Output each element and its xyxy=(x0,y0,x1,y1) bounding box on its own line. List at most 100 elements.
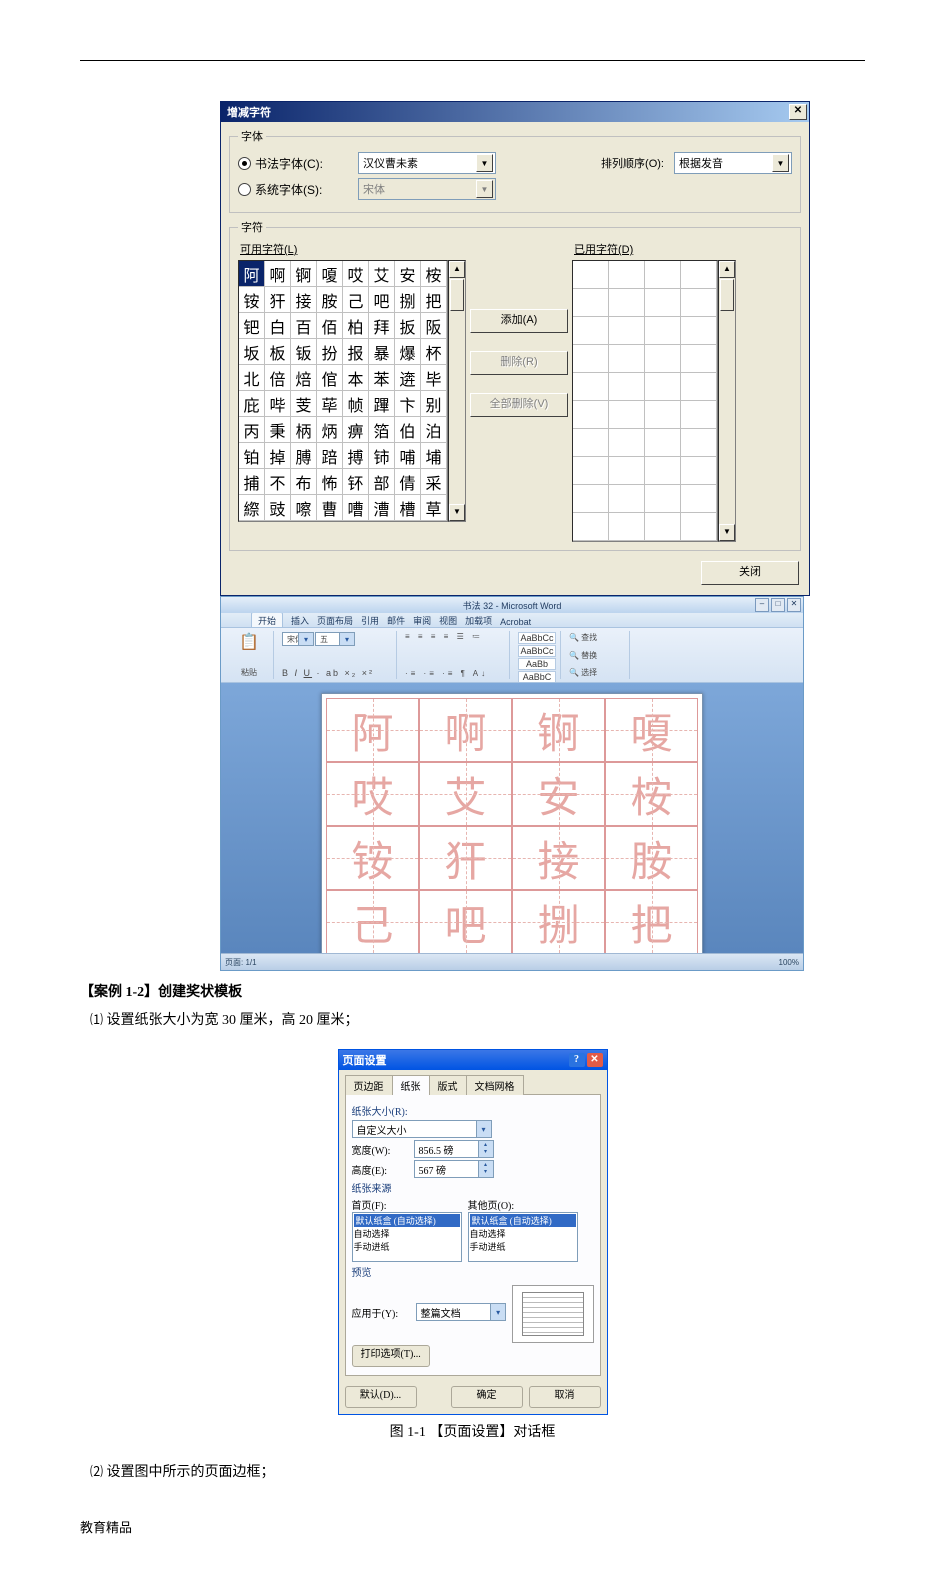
used-char-cell[interactable] xyxy=(681,317,717,345)
used-char-cell[interactable] xyxy=(609,429,645,457)
scroll-up-icon[interactable]: ▲ xyxy=(449,261,465,278)
used-char-cell[interactable] xyxy=(645,401,681,429)
editing-pane[interactable]: 🔍 查找 🔍 替换 🔍 选择 xyxy=(565,631,630,679)
ribbon-tab[interactable]: 视图 xyxy=(439,614,457,627)
used-char-cell[interactable] xyxy=(681,261,717,289)
char-cell[interactable]: 逩 xyxy=(395,365,421,391)
available-chars-grid[interactable]: 阿啊锕嗄哎艾安桉铵犴接胺己吧捌把钯白百佰柏拜扳阪坂板钣扮报暴爆杯北倍焙倌本苯逩毕… xyxy=(238,260,448,522)
char-cell[interactable]: 佰 xyxy=(317,313,343,339)
char-cell[interactable]: 钯 xyxy=(239,313,265,339)
first-page-source-list[interactable]: 默认纸盒 (自动选择) 自动选择 手动进纸 xyxy=(352,1212,462,1262)
char-cell[interactable]: 坂 xyxy=(239,339,265,365)
used-char-cell[interactable] xyxy=(645,373,681,401)
char-cell[interactable]: 不 xyxy=(265,469,291,495)
editing-action[interactable]: 🔍 替换 xyxy=(569,650,625,661)
char-cell[interactable]: 蹕 xyxy=(369,391,395,417)
char-cell[interactable]: 毕 xyxy=(421,365,447,391)
width-spinner[interactable]: 856.5 磅 xyxy=(414,1140,494,1158)
char-cell[interactable]: 庇 xyxy=(239,391,265,417)
scroll-thumb[interactable] xyxy=(450,279,464,311)
word-titlebar[interactable]: 书法 32 - Microsoft Word – □ ✕ xyxy=(221,597,803,613)
height-spinner[interactable]: 567 磅 xyxy=(414,1160,494,1178)
page-setup-tab[interactable]: 纸张 xyxy=(392,1075,430,1095)
char-cell[interactable]: 倍 xyxy=(265,365,291,391)
used-char-cell[interactable] xyxy=(681,429,717,457)
char-cell[interactable]: 阿 xyxy=(239,261,265,287)
char-cell[interactable]: 哔 xyxy=(265,391,291,417)
ok-button[interactable]: 确定 xyxy=(451,1386,523,1408)
used-char-cell[interactable] xyxy=(609,317,645,345)
used-char-cell[interactable] xyxy=(609,457,645,485)
other-pages-source-list[interactable]: 默认纸盒 (自动选择) 自动选择 手动进纸 xyxy=(468,1212,578,1262)
used-char-cell[interactable] xyxy=(681,289,717,317)
char-cell[interactable]: 伯 xyxy=(395,417,421,443)
ribbon-tab[interactable]: 引用 xyxy=(361,614,379,627)
maximize-icon[interactable]: □ xyxy=(771,598,785,612)
char-cell[interactable]: 阪 xyxy=(421,313,447,339)
styles-gallery[interactable]: AaBbCcAaBbCcAaBbAaBbCAaBbCAaBbCAaBbC xyxy=(514,631,561,679)
used-char-cell[interactable] xyxy=(645,289,681,317)
char-cell[interactable]: 啊 xyxy=(265,261,291,287)
char-cell[interactable]: 北 xyxy=(239,365,265,391)
used-char-cell[interactable] xyxy=(609,513,645,541)
minimize-icon[interactable]: – xyxy=(755,598,769,612)
char-cell[interactable]: 倩 xyxy=(395,469,421,495)
used-char-cell[interactable] xyxy=(573,373,609,401)
style-preview[interactable]: AaBbCc xyxy=(518,645,556,657)
dialog-titlebar[interactable]: 增减字符 ✕ xyxy=(221,102,809,122)
char-cell[interactable]: 嘈 xyxy=(343,495,369,521)
page-setup-tabs[interactable]: 页边距纸张版式文档网格 xyxy=(339,1070,607,1094)
editing-action[interactable]: 🔍 查找 xyxy=(569,632,625,643)
used-chars-grid[interactable] xyxy=(572,260,718,542)
close-icon[interactable]: ✕ xyxy=(787,598,801,612)
used-char-cell[interactable] xyxy=(573,485,609,513)
ribbon-tab[interactable]: 审阅 xyxy=(413,614,431,627)
char-cell[interactable]: 铵 xyxy=(239,287,265,313)
used-char-cell[interactable] xyxy=(573,457,609,485)
char-cell[interactable]: 倌 xyxy=(317,365,343,391)
ribbon-tab[interactable]: Acrobat xyxy=(500,617,531,627)
page-setup-tab[interactable]: 版式 xyxy=(429,1075,467,1095)
document-canvas[interactable]: 阿啊锕嗄哎艾安桉铵犴接胺己吧捌把 xyxy=(221,683,803,953)
combo-paper-size[interactable]: 自定义大小 xyxy=(352,1120,492,1138)
style-preview[interactable]: AaBb xyxy=(518,658,556,670)
char-cell[interactable]: 铂 xyxy=(239,443,265,469)
scrollbar-available[interactable]: ▲ ▼ xyxy=(448,260,466,522)
char-cell[interactable]: 把 xyxy=(421,287,447,313)
char-cell[interactable]: 安 xyxy=(395,261,421,287)
close-button[interactable]: 关闭 xyxy=(701,561,799,585)
char-cell[interactable]: 本 xyxy=(343,365,369,391)
char-cell[interactable]: 荜 xyxy=(317,391,343,417)
used-char-cell[interactable] xyxy=(645,261,681,289)
char-cell[interactable]: 卞 xyxy=(395,391,421,417)
style-preview[interactable]: AaBbCc xyxy=(518,632,556,644)
char-cell[interactable]: 埔 xyxy=(421,443,447,469)
default-button[interactable]: 默认(D)... xyxy=(345,1386,417,1408)
close-icon[interactable]: ✕ xyxy=(587,1053,603,1067)
char-cell[interactable]: 己 xyxy=(343,287,369,313)
char-cell[interactable]: 豉 xyxy=(265,495,291,521)
char-cell[interactable]: 柄 xyxy=(291,417,317,443)
char-cell[interactable]: 爆 xyxy=(395,339,421,365)
char-cell[interactable]: 嚓 xyxy=(291,495,317,521)
char-cell[interactable]: 草 xyxy=(421,495,447,521)
char-cell[interactable]: 杯 xyxy=(421,339,447,365)
char-cell[interactable]: 扳 xyxy=(395,313,421,339)
paste-icon[interactable]: 📋 xyxy=(229,632,269,652)
used-char-cell[interactable] xyxy=(645,429,681,457)
editing-action[interactable]: 🔍 选择 xyxy=(569,667,625,678)
used-char-cell[interactable] xyxy=(609,401,645,429)
used-char-cell[interactable] xyxy=(609,373,645,401)
char-cell[interactable]: 钚 xyxy=(343,469,369,495)
ribbon-tabs[interactable]: 开始插入页面布局引用邮件审阅视图加载项Acrobat xyxy=(221,613,803,627)
char-cell[interactable]: 掉 xyxy=(265,443,291,469)
char-cell[interactable]: 哎 xyxy=(343,261,369,287)
char-cell[interactable]: 百 xyxy=(291,313,317,339)
remove-all-button[interactable]: 全部删除(V) xyxy=(470,393,568,417)
radio-system-font[interactable]: 系统字体(S): xyxy=(238,181,348,198)
char-cell[interactable]: 钣 xyxy=(291,339,317,365)
combo-calligraphy-font[interactable]: 汉仪曹未素 ▼ xyxy=(358,152,496,174)
ribbon-tab[interactable]: 插入 xyxy=(291,614,309,627)
char-cell[interactable]: 铈 xyxy=(369,443,395,469)
char-cell[interactable]: 槽 xyxy=(395,495,421,521)
